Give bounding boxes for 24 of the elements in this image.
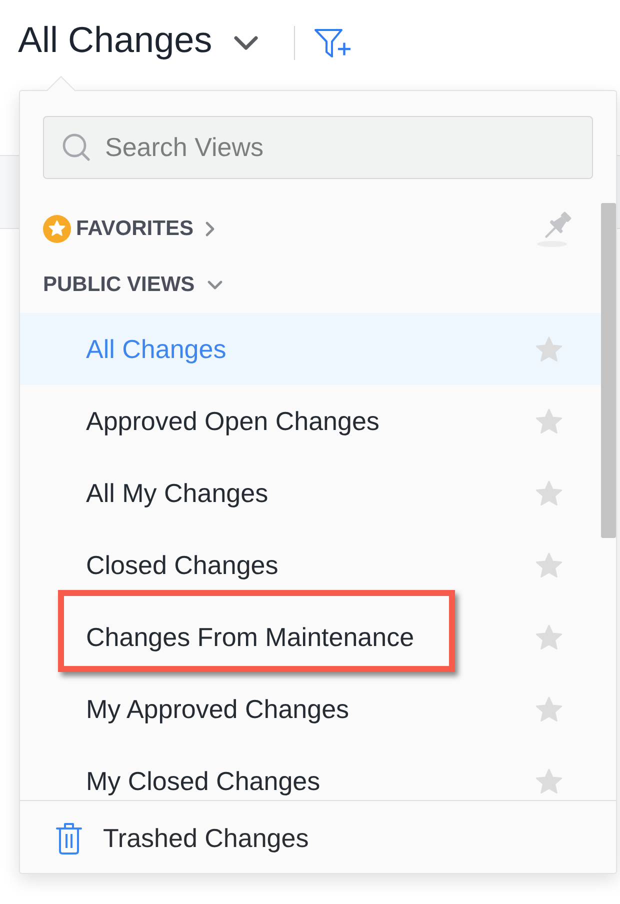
scrollbar-thumb[interactable]	[601, 203, 616, 538]
star-icon[interactable]	[535, 552, 563, 578]
star-icon[interactable]	[535, 480, 563, 506]
caret-icon	[234, 36, 258, 50]
view-item[interactable]: Changes From Maintenance	[20, 601, 601, 673]
star-icon[interactable]	[535, 696, 563, 722]
public-views-section-header[interactable]: PUBLIC VIEWS	[43, 273, 223, 297]
filter-plus-icon[interactable]	[314, 28, 352, 58]
favorites-section-header[interactable]: FAVORITES	[43, 214, 216, 242]
search-icon	[62, 133, 90, 161]
view-item[interactable]: My Closed Changes	[20, 745, 601, 800]
view-item[interactable]: Closed Changes	[20, 529, 601, 601]
view-item[interactable]: All My Changes	[20, 457, 601, 529]
trashed-changes-link[interactable]: Trashed Changes	[55, 821, 309, 855]
view-item[interactable]: Approved Open Changes	[20, 385, 601, 457]
star-icon[interactable]	[535, 624, 563, 650]
star-icon[interactable]	[535, 768, 563, 794]
star-badge-icon	[43, 214, 71, 242]
search-field[interactable]: Search Views	[43, 116, 593, 179]
view-dropdown-button[interactable]: All Changes	[18, 18, 258, 62]
star-icon[interactable]	[535, 408, 563, 434]
trash-icon	[55, 821, 83, 855]
star-icon[interactable]	[535, 336, 563, 362]
view-item[interactable]: My Approved Changes	[20, 673, 601, 745]
